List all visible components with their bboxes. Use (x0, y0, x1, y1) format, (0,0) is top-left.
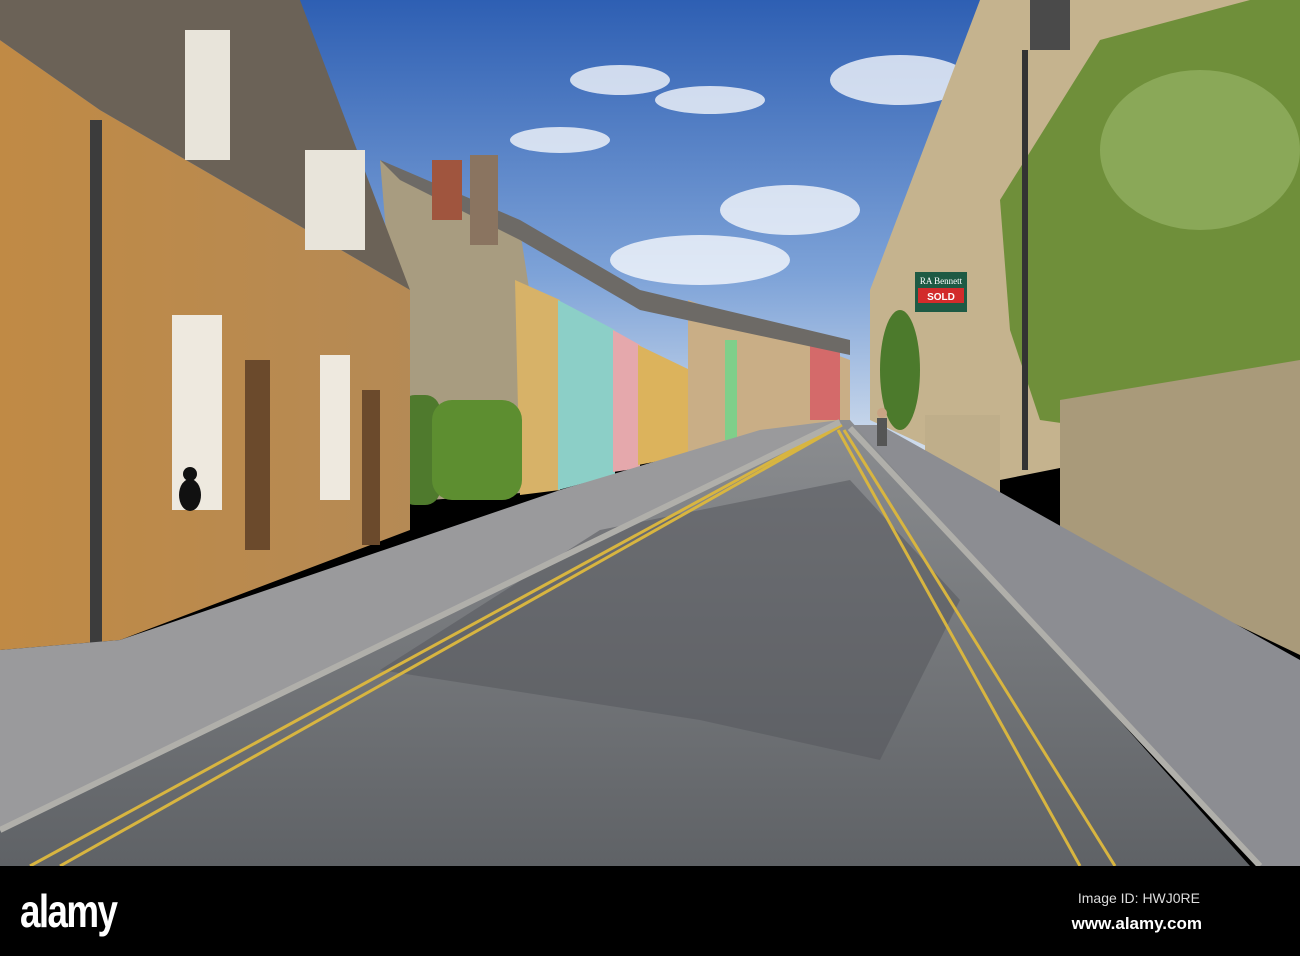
door (362, 390, 380, 545)
sign-status: SOLD (927, 292, 955, 303)
street-lamp (1030, 0, 1070, 50)
watermark-bar: alamy Image ID: HWJ0RE www.alamy.com (0, 866, 1300, 956)
image-id: Image ID: HWJ0RE (1077, 890, 1200, 906)
drainpipe (90, 120, 102, 660)
window (320, 355, 350, 500)
dormer-window (185, 30, 230, 160)
street-photo: RA Bennett SOLD (0, 0, 1300, 866)
hedge (432, 400, 522, 500)
photo-stage: RA Bennett SOLD alamy Image ID: HWJ0RE w… (0, 0, 1300, 956)
foliage-highlight (1100, 70, 1300, 230)
sign-brand: RA Bennett (920, 276, 963, 286)
window (172, 315, 222, 510)
chimney (470, 155, 498, 245)
red-house (810, 340, 840, 420)
lamp-post (1022, 50, 1028, 470)
chimney (432, 160, 462, 220)
door (245, 360, 270, 550)
pedestrian (877, 408, 887, 446)
turquoise-house (558, 300, 615, 490)
alamy-logo: alamy (20, 885, 118, 937)
green-house (725, 340, 737, 440)
site-url: www.alamy.com (1071, 914, 1202, 933)
pink-house (613, 330, 640, 472)
bay-window (305, 150, 365, 250)
sold-sign: RA Bennett SOLD (915, 272, 967, 312)
